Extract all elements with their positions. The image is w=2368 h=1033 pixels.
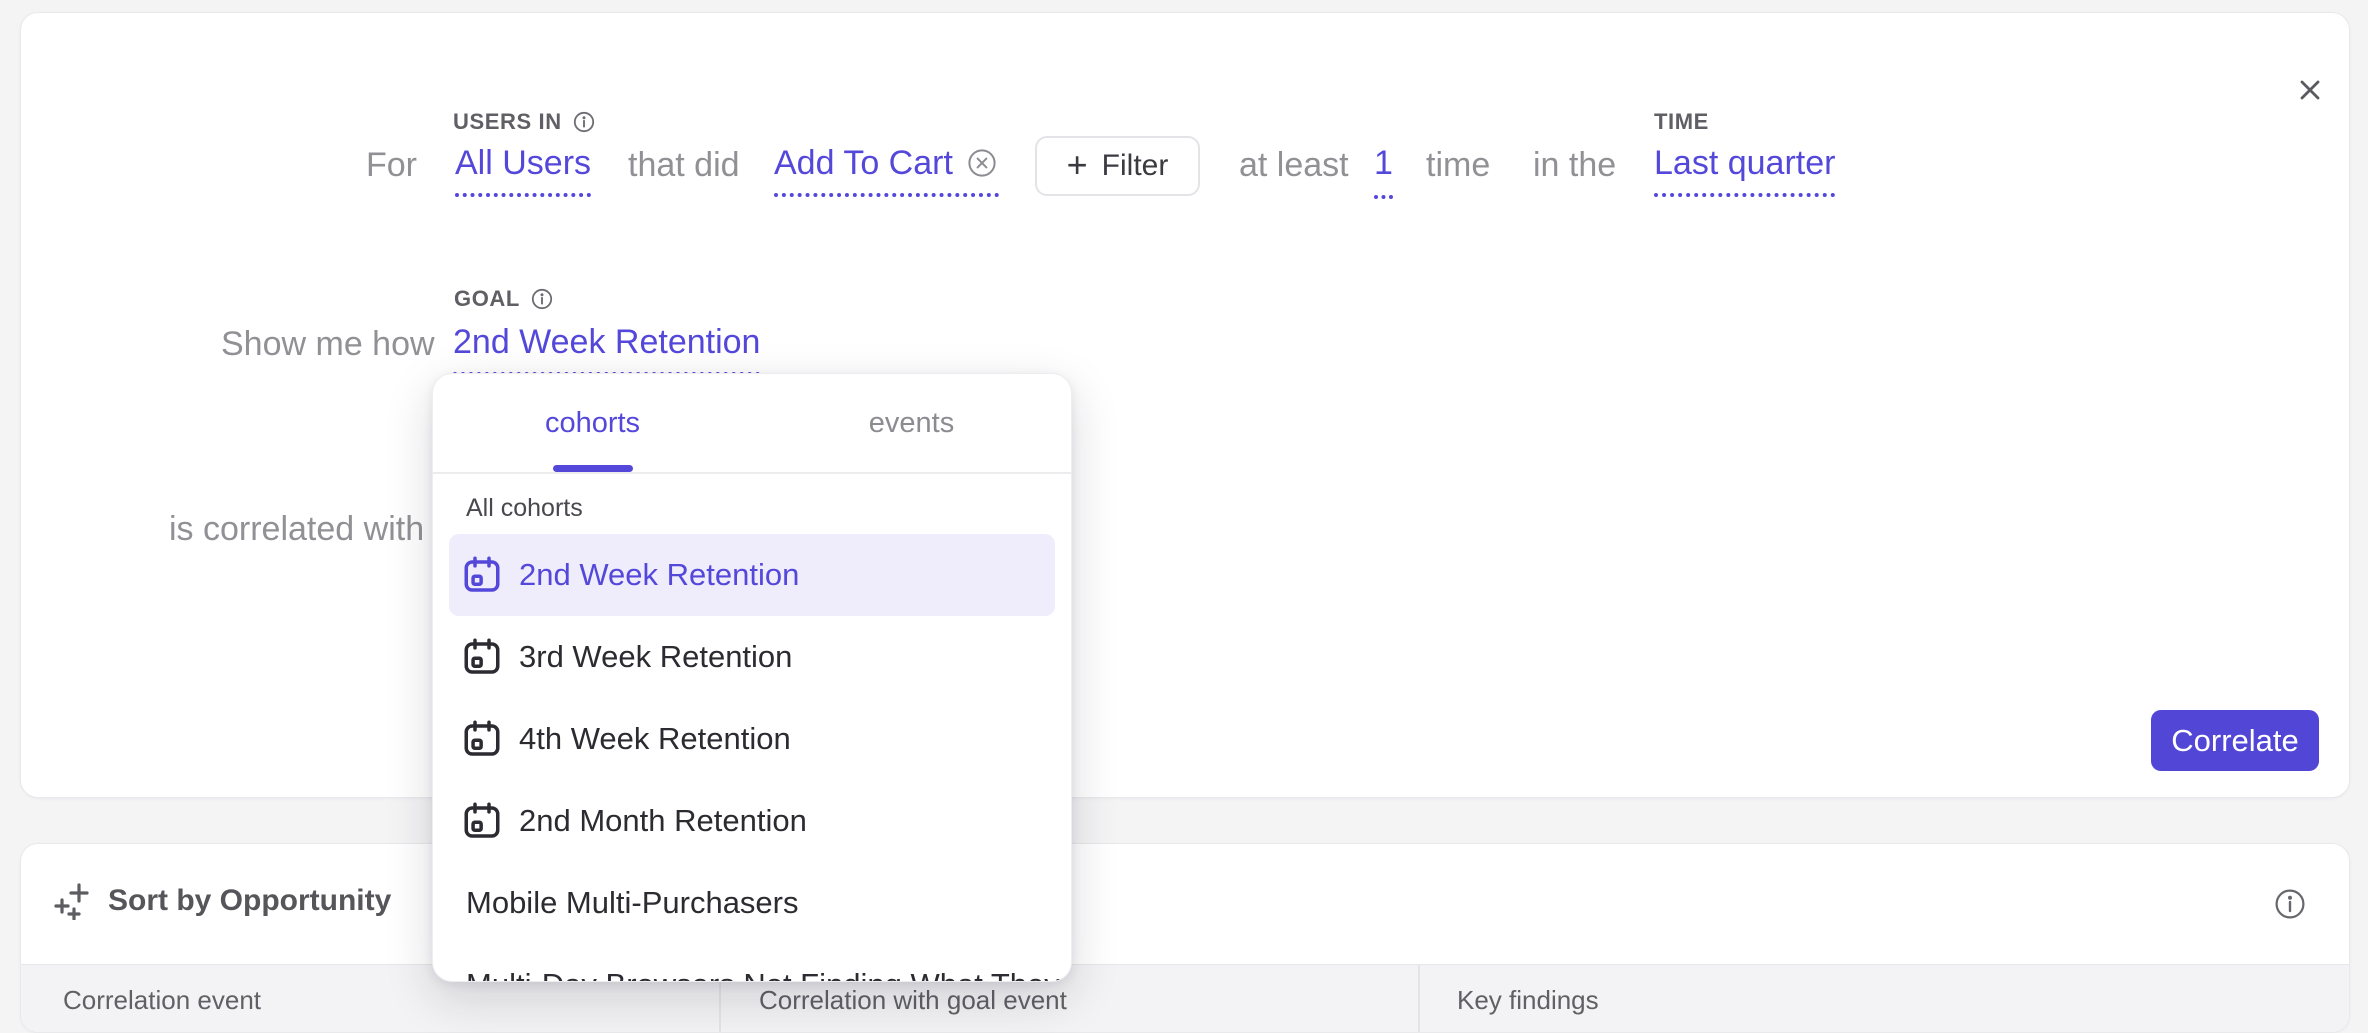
- tab-events[interactable]: events: [752, 374, 1071, 472]
- cohort-name: 2nd Week Retention: [519, 557, 799, 593]
- goal-label: GOAL: [454, 286, 554, 312]
- cohort-list: 2nd Week Retention 3rd Week Retention 4t…: [433, 534, 1071, 982]
- dropdown-tabs: cohorts events: [433, 374, 1071, 474]
- column-header: Correlation event: [63, 985, 261, 1016]
- close-icon[interactable]: [2293, 73, 2327, 107]
- info-icon[interactable]: [530, 287, 554, 311]
- in-the-word: in the: [1533, 146, 1616, 185]
- time-word: time: [1426, 146, 1490, 185]
- cohort-name: 2nd Month Retention: [519, 803, 807, 839]
- calendar-icon: [461, 636, 503, 678]
- remove-event-icon[interactable]: [965, 146, 999, 180]
- tab-label: cohorts: [545, 407, 640, 440]
- column-divider: [1418, 965, 1420, 1033]
- cohort-name: 3rd Week Retention: [519, 639, 792, 675]
- cohort-list-item[interactable]: 2nd Week Retention: [449, 534, 1055, 616]
- cohort-name: Multi-Day Browsers Not Finding What They: [466, 967, 1060, 982]
- cohort-name: Mobile Multi-Purchasers: [466, 885, 799, 921]
- time-range-selector[interactable]: Last quarter: [1654, 146, 1835, 197]
- users-selector[interactable]: All Users: [455, 146, 591, 197]
- event-selector[interactable]: Add To Cart: [774, 146, 999, 197]
- that-did-word: that did: [628, 146, 740, 185]
- sort-label: Sort by Opportunity: [108, 884, 391, 918]
- time-label: TIME: [1654, 109, 1709, 135]
- calendar-icon: [461, 554, 503, 596]
- show-me-how-word: Show me how: [221, 325, 435, 364]
- opportunity-sparkle-icon: [54, 882, 92, 920]
- for-word: For: [366, 146, 417, 185]
- cohort-name: 4th Week Retention: [519, 721, 791, 757]
- query-builder-card: For USERS IN All Users that did Add To C…: [20, 12, 2350, 798]
- info-icon[interactable]: [2273, 887, 2307, 921]
- results-toolbar: Sort by Opportunity: [21, 844, 2349, 964]
- results-card: Sort by Opportunity Correlation eventCor…: [20, 843, 2350, 1033]
- tab-cohorts[interactable]: cohorts: [433, 374, 752, 472]
- goal-selector[interactable]: 2nd Week Retention: [453, 325, 760, 376]
- goal-picker-dropdown: cohorts events All cohorts 2nd Week Rete…: [432, 373, 1072, 982]
- cohort-list-item[interactable]: Mobile Multi-Purchasers: [449, 862, 1055, 944]
- plus-icon: +: [1067, 147, 1088, 183]
- at-least-word: at least: [1239, 146, 1349, 185]
- sort-by-opportunity-control[interactable]: Sort by Opportunity: [54, 882, 391, 920]
- tab-label: events: [869, 407, 954, 440]
- calendar-icon: [461, 800, 503, 842]
- cohort-list-item[interactable]: 3rd Week Retention: [449, 616, 1055, 698]
- active-tab-underline: [553, 465, 633, 472]
- cohort-list-item[interactable]: 2nd Month Retention: [449, 780, 1055, 862]
- is-correlated-with-word: is correlated with: [169, 510, 424, 549]
- results-table-header: Correlation event Correlation with goal e…: [21, 964, 2349, 1033]
- cohort-section-label: All cohorts: [466, 494, 583, 523]
- column-header: Key findings: [1457, 985, 1599, 1016]
- add-filter-button[interactable]: + Filter: [1035, 136, 1200, 196]
- cohort-list-item[interactable]: Multi-Day Browsers Not Finding What They: [449, 944, 1055, 982]
- cohort-list-item[interactable]: 4th Week Retention: [449, 698, 1055, 780]
- calendar-icon: [461, 718, 503, 760]
- count-stepper[interactable]: 1: [1374, 146, 1393, 199]
- column-header: Correlation with goal event: [759, 985, 1067, 1016]
- users-in-label: USERS IN: [453, 109, 596, 135]
- correlate-button[interactable]: Correlate: [2151, 710, 2319, 771]
- info-icon[interactable]: [572, 110, 596, 134]
